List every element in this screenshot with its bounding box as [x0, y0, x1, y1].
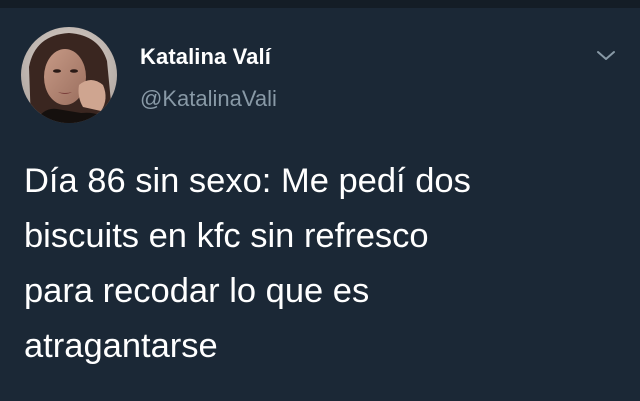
tweet-text: Día 86 sin sexo: Me pedí dos biscuits en…	[24, 162, 471, 365]
top-divider	[0, 0, 640, 8]
avatar[interactable]	[21, 27, 117, 123]
profile-photo-icon	[21, 27, 117, 123]
chevron-down-icon[interactable]	[594, 47, 618, 65]
tweet-card: Katalina Valí @KatalinaVali Día 86 sin s…	[0, 0, 640, 401]
user-handle[interactable]: @KatalinaVali	[140, 86, 277, 112]
display-name[interactable]: Katalina Valí	[140, 44, 271, 70]
